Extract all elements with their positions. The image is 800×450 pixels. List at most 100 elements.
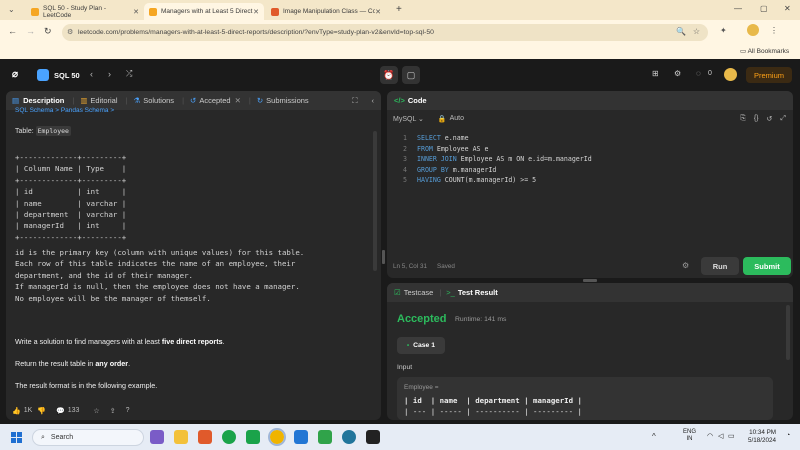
file-explorer-icon[interactable] bbox=[174, 430, 188, 444]
browser-tab-managers[interactable]: Managers with at Least 5 Direct ✕ bbox=[144, 3, 264, 20]
reload-icon[interactable]: ↻ bbox=[44, 26, 52, 37]
tab-accepted[interactable]: Accepted bbox=[199, 96, 230, 105]
new-tab-button[interactable]: + bbox=[396, 4, 402, 15]
test-scrollbar[interactable] bbox=[786, 305, 790, 360]
leetcode-logo-icon[interactable]: ⌀ bbox=[12, 69, 24, 81]
site-info-icon[interactable]: ⚙ bbox=[67, 28, 73, 36]
tab-testcase[interactable]: Testcase bbox=[404, 288, 434, 297]
volume-icon[interactable]: ◁ bbox=[718, 432, 723, 440]
language-indicator[interactable]: ENG IN bbox=[683, 429, 696, 443]
maximize-button[interactable]: ▢ bbox=[760, 4, 768, 13]
vscode-icon[interactable] bbox=[294, 430, 308, 444]
submit-button[interactable]: Submit bbox=[743, 257, 791, 275]
solutions-icon: ⚗ bbox=[133, 96, 141, 105]
favorite-star-icon[interactable]: ☆ bbox=[93, 407, 99, 415]
collapse-icon[interactable]: ‹ bbox=[372, 96, 375, 105]
fullscreen-icon[interactable]: ⤢ bbox=[780, 115, 786, 123]
back-arrow-icon[interactable]: ← bbox=[8, 26, 17, 36]
vertical-resize-handle[interactable] bbox=[382, 250, 385, 264]
streak-count: 0 bbox=[708, 70, 712, 77]
browser-menu-icon[interactable]: ⋮ bbox=[770, 26, 778, 35]
submissions-icon: ↻ bbox=[256, 96, 264, 105]
close-window-button[interactable]: ✕ bbox=[784, 4, 791, 13]
tab-submissions[interactable]: Submissions bbox=[266, 96, 309, 105]
editorial-icon: ▥ bbox=[80, 96, 88, 105]
dislike-icon[interactable]: 👎 bbox=[37, 407, 46, 415]
tray-chevron-icon[interactable]: ^ bbox=[652, 432, 656, 441]
code-editor[interactable]: 1 SELECT e.name 2 FROM Employee AS e 3 INNE… bbox=[391, 133, 592, 186]
premium-button[interactable]: Premium bbox=[746, 67, 792, 83]
bookmark-star-icon[interactable]: ☆ bbox=[693, 27, 700, 36]
tab-solutions[interactable]: Solutions bbox=[143, 96, 174, 105]
language-select[interactable]: MySQL ⌄ bbox=[393, 115, 424, 123]
browser-tab-image-manipulation[interactable]: Image Manipulation Class — Co ✕ bbox=[266, 3, 386, 20]
help-icon[interactable]: ? bbox=[126, 407, 130, 414]
timer-icon[interactable]: ⏰ bbox=[380, 66, 398, 84]
battery-icon[interactable]: ▭ bbox=[728, 432, 735, 440]
all-bookmarks-link[interactable]: ▭ All Bookmarks bbox=[740, 47, 789, 55]
address-bar[interactable]: ⚙ leetcode.com/problems/managers-with-at… bbox=[62, 24, 708, 41]
input-table-header: | id | name | department | managerId | bbox=[404, 396, 582, 405]
success-dot-icon: • bbox=[406, 342, 410, 349]
close-tab-icon[interactable]: ✕ bbox=[253, 8, 259, 16]
profile-avatar[interactable] bbox=[747, 24, 759, 36]
code-panel: </> Code MySQL ⌄ 🔒 Auto ⎘ {} ↺ ⤢ 1 SELECT… bbox=[387, 91, 793, 278]
layout-icon[interactable]: ⊞ bbox=[652, 69, 659, 78]
code-icon: </> bbox=[394, 96, 405, 105]
tab-editorial[interactable]: Editorial bbox=[90, 96, 117, 105]
user-avatar[interactable] bbox=[724, 68, 737, 81]
table-caption: Table: Employee bbox=[15, 126, 71, 136]
schema-links[interactable]: SQL Schema > Pandas Schema > bbox=[15, 107, 114, 114]
code-title: Code bbox=[407, 96, 427, 105]
case-1-button[interactable]: • Case 1 bbox=[397, 337, 445, 354]
clock[interactable]: 10:34 PM 5/18/2024 bbox=[748, 429, 776, 445]
comment-count: 133 bbox=[67, 407, 80, 414]
code-panel-header: </> Code bbox=[387, 91, 793, 110]
reset-icon[interactable]: ↺ bbox=[767, 115, 773, 123]
forward-arrow-icon[interactable]: → bbox=[26, 26, 35, 36]
share-icon[interactable]: ⇪ bbox=[110, 407, 116, 415]
horizontal-resize-handle[interactable] bbox=[583, 279, 597, 282]
minimize-button[interactable]: — bbox=[734, 4, 742, 13]
tab-description[interactable]: Description bbox=[23, 96, 64, 105]
app-icon[interactable] bbox=[366, 430, 380, 444]
wordpress-icon[interactable] bbox=[342, 430, 356, 444]
tab-search-icon[interactable]: ⌄ bbox=[8, 5, 15, 14]
browser-tab-bar: SQL 50 - Study Plan - LeetCode ✕ Manager… bbox=[0, 0, 800, 20]
description-scrollbar[interactable] bbox=[373, 131, 377, 271]
edge-icon[interactable] bbox=[222, 430, 236, 444]
input-table-separator: | --- | ----- | ---------- | --------- | bbox=[404, 407, 582, 416]
settings-gear-icon[interactable]: ⚙ bbox=[674, 69, 681, 78]
comment-icon[interactable]: 💬 bbox=[56, 407, 65, 415]
wifi-icon[interactable]: ◠ bbox=[707, 432, 713, 440]
bookmark-icon[interactable]: ⎘ bbox=[740, 115, 746, 123]
run-button[interactable]: Run bbox=[701, 257, 739, 275]
notes-icon[interactable]: ▢ bbox=[402, 66, 420, 84]
employee-label: Employee = bbox=[404, 384, 439, 391]
close-tab-icon[interactable]: ✕ bbox=[133, 8, 139, 16]
close-tab-icon[interactable]: ✕ bbox=[375, 8, 381, 16]
study-plan-title[interactable]: SQL 50 bbox=[54, 71, 80, 80]
leetcode-nav: ⌀ SQL 50 ‹ › ⤮ ⏰ ▢ ⊞ ⚙ ◌ 0 Premium bbox=[0, 60, 800, 91]
taskbar-search[interactable]: ⌕ Search bbox=[32, 429, 144, 446]
browser-tab-study-plan[interactable]: SQL 50 - Study Plan - LeetCode ✕ bbox=[26, 3, 144, 20]
chrome-icon[interactable] bbox=[268, 428, 286, 446]
like-icon[interactable]: 👍 bbox=[12, 407, 21, 415]
shuffle-icon[interactable]: ⤮ bbox=[126, 69, 132, 79]
notifications-icon[interactable]: ◔ bbox=[786, 432, 790, 439]
expand-icon[interactable]: ⛶ bbox=[352, 96, 357, 106]
debug-icon[interactable]: ⚙ bbox=[682, 261, 689, 270]
windows-start-icon[interactable] bbox=[11, 432, 22, 443]
zoom-icon[interactable]: 🔍 bbox=[676, 27, 686, 36]
copilot-icon[interactable] bbox=[150, 430, 164, 444]
extensions-icon[interactable]: ✦ bbox=[720, 26, 727, 35]
next-problem-icon[interactable]: › bbox=[108, 69, 111, 79]
format-braces-icon[interactable]: {} bbox=[754, 115, 759, 122]
streak-fire-icon[interactable]: ◌ bbox=[696, 69, 701, 78]
close-accepted-tab-icon[interactable]: ✕ bbox=[235, 96, 241, 105]
tab-test-result[interactable]: Test Result bbox=[458, 288, 498, 297]
xampp-icon[interactable] bbox=[198, 430, 212, 444]
store-icon[interactable] bbox=[246, 430, 260, 444]
sublime-icon[interactable] bbox=[318, 430, 332, 444]
prev-problem-icon[interactable]: ‹ bbox=[90, 69, 93, 79]
